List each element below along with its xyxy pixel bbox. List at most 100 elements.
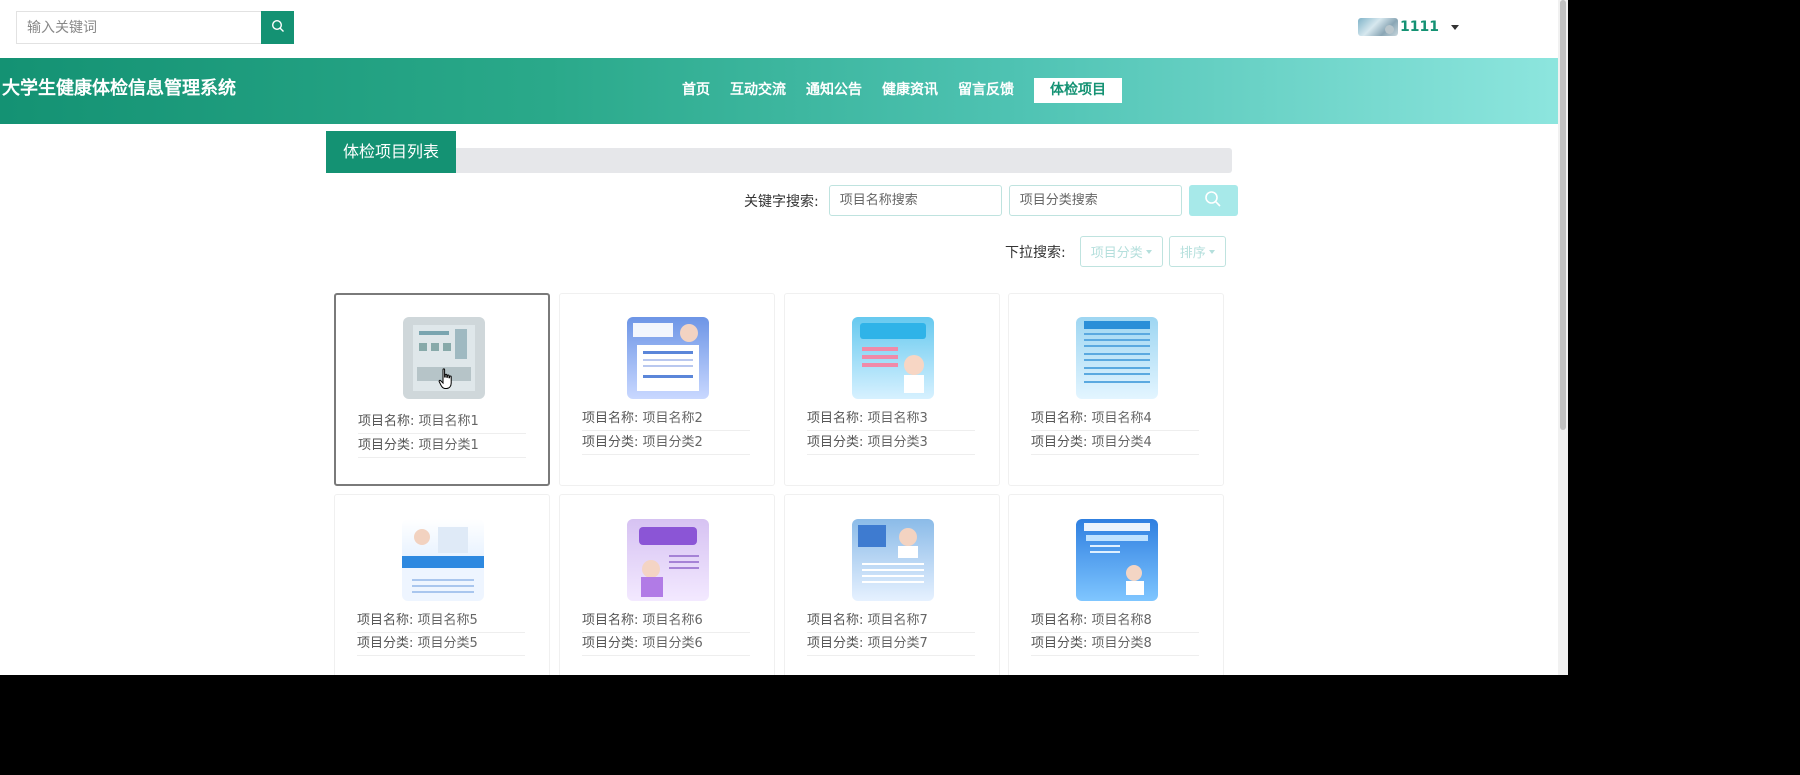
item-name-key: 项目名称: bbox=[358, 414, 415, 429]
item-name-row: 项目名称: 项目名称2 bbox=[582, 408, 750, 431]
user-name: 1111 bbox=[1400, 19, 1439, 35]
item-name-key: 项目名称: bbox=[582, 411, 639, 426]
nav-feedback[interactable]: 留言反馈 bbox=[948, 78, 1024, 103]
top-search-button[interactable] bbox=[261, 11, 294, 44]
item-category-row: 项目分类: 项目分类1 bbox=[358, 435, 526, 458]
item-thumbnail bbox=[852, 317, 934, 399]
item-name-key: 项目名称: bbox=[807, 411, 864, 426]
dropdown-search: 下拉搜索: 项目分类 排序 bbox=[1005, 236, 1232, 267]
item-thumbnail bbox=[852, 519, 934, 601]
hand-cursor-icon bbox=[438, 368, 454, 394]
keyword-search: 关键字搜索: bbox=[744, 185, 1238, 216]
item-category-value: 项目分类3 bbox=[867, 435, 928, 450]
item-category-value: 项目分类7 bbox=[867, 636, 928, 651]
dropdown-search-label: 下拉搜索: bbox=[1005, 244, 1066, 261]
item-name-value: 项目名称7 bbox=[867, 613, 928, 628]
nav-home[interactable]: 首页 bbox=[672, 78, 720, 103]
item-category-value: 项目分类1 bbox=[418, 438, 479, 453]
search-icon bbox=[271, 19, 285, 36]
caret-down-icon bbox=[1208, 249, 1215, 254]
main-nav: 首页 互动交流 通知公告 健康资讯 留言反馈 体检项目 bbox=[672, 78, 1122, 103]
item-category-key: 项目分类: bbox=[582, 435, 639, 450]
item-thumbnail bbox=[627, 519, 709, 601]
nav-forum[interactable]: 互动交流 bbox=[720, 78, 796, 103]
item-name-value: 项目名称8 bbox=[1091, 613, 1152, 628]
scrollbar[interactable] bbox=[1558, 0, 1568, 675]
item-card[interactable]: 项目名称: 项目名称3 项目分类: 项目分类3 bbox=[784, 293, 1000, 486]
item-thumbnail bbox=[627, 317, 709, 399]
item-category-value: 项目分类2 bbox=[642, 435, 703, 450]
item-category-key: 项目分类: bbox=[582, 636, 639, 651]
nav-health-news[interactable]: 健康资讯 bbox=[872, 78, 948, 103]
item-name-search-input[interactable] bbox=[828, 185, 1002, 216]
list-header-bar bbox=[326, 148, 1232, 173]
item-name-value: 项目名称4 bbox=[1091, 411, 1152, 426]
item-category-key: 项目分类: bbox=[807, 435, 864, 450]
item-category-key: 项目分类: bbox=[1031, 636, 1088, 651]
item-name-row: 项目名称: 项目名称1 bbox=[358, 411, 526, 434]
header-band: 大学生健康体检信息管理系统 首页 互动交流 通知公告 健康资讯 留言反馈 体检项… bbox=[0, 58, 1568, 124]
list-header: 体检项目列表 bbox=[326, 131, 1232, 173]
sort-dropdown[interactable]: 排序 bbox=[1168, 236, 1226, 267]
item-thumbnail bbox=[1076, 317, 1158, 399]
item-name-value: 项目名称6 bbox=[642, 613, 703, 628]
item-category-row: 项目分类: 项目分类8 bbox=[1031, 633, 1199, 656]
item-category-row: 项目分类: 项目分类7 bbox=[807, 633, 975, 656]
item-category-key: 项目分类: bbox=[358, 438, 415, 453]
item-category-value: 项目分类6 bbox=[642, 636, 703, 651]
item-name-row: 项目名称: 项目名称6 bbox=[582, 610, 750, 633]
site-title: 大学生健康体检信息管理系统 bbox=[2, 78, 236, 99]
nav-notices[interactable]: 通知公告 bbox=[796, 78, 872, 103]
nav-checkup-items[interactable]: 体检项目 bbox=[1034, 78, 1122, 103]
caret-down-icon bbox=[1145, 249, 1152, 254]
item-card[interactable]: 项目名称: 项目名称6 项目分类: 项目分类6 bbox=[559, 494, 775, 675]
item-name-row: 项目名称: 项目名称7 bbox=[807, 610, 975, 633]
item-name-row: 项目名称: 项目名称3 bbox=[807, 408, 975, 431]
top-search bbox=[16, 11, 294, 44]
search-icon bbox=[1204, 190, 1222, 211]
item-card[interactable]: 项目名称: 项目名称8 项目分类: 项目分类8 bbox=[1008, 494, 1224, 675]
list-title: 体检项目列表 bbox=[326, 131, 456, 173]
item-category-value: 项目分类4 bbox=[1091, 435, 1152, 450]
item-name-key: 项目名称: bbox=[357, 613, 414, 628]
item-name-row: 项目名称: 项目名称4 bbox=[1031, 408, 1199, 431]
item-category-row: 项目分类: 项目分类2 bbox=[582, 432, 750, 455]
category-dropdown[interactable]: 项目分类 bbox=[1079, 236, 1163, 267]
item-name-key: 项目名称: bbox=[1031, 613, 1088, 628]
item-category-key: 项目分类: bbox=[357, 636, 414, 651]
item-category-value: 项目分类8 bbox=[1091, 636, 1152, 651]
item-name-value: 项目名称5 bbox=[417, 613, 478, 628]
category-dropdown-label: 项目分类 bbox=[1090, 246, 1143, 261]
item-category-key: 项目分类: bbox=[1031, 435, 1088, 450]
user-menu[interactable]: 1111 bbox=[1358, 18, 1459, 36]
top-search-input[interactable] bbox=[16, 11, 261, 44]
item-name-value: 项目名称1 bbox=[418, 414, 479, 429]
item-thumbnail bbox=[1076, 519, 1158, 601]
sort-dropdown-label: 排序 bbox=[1179, 246, 1206, 261]
item-name-value: 项目名称3 bbox=[867, 411, 928, 426]
item-name-key: 项目名称: bbox=[807, 613, 864, 628]
item-category-search-input[interactable] bbox=[1008, 185, 1182, 216]
item-name-row: 项目名称: 项目名称5 bbox=[357, 610, 525, 633]
keyword-search-button[interactable] bbox=[1188, 185, 1238, 216]
item-name-row: 项目名称: 项目名称8 bbox=[1031, 610, 1199, 633]
item-category-row: 项目分类: 项目分类6 bbox=[582, 633, 750, 656]
item-card[interactable]: 项目名称: 项目名称4 项目分类: 项目分类4 bbox=[1008, 293, 1224, 486]
app-window: 1111 大学生健康体检信息管理系统 首页 互动交流 通知公告 健康资讯 留言反… bbox=[0, 0, 1568, 675]
item-category-row: 项目分类: 项目分类5 bbox=[357, 633, 525, 656]
item-name-key: 项目名称: bbox=[582, 613, 639, 628]
item-category-row: 项目分类: 项目分类4 bbox=[1031, 432, 1199, 455]
item-category-row: 项目分类: 项目分类3 bbox=[807, 432, 975, 455]
item-category-value: 项目分类5 bbox=[417, 636, 478, 651]
item-card[interactable]: 项目名称: 项目名称5 项目分类: 项目分类5 bbox=[334, 494, 550, 675]
chevron-down-icon bbox=[1450, 24, 1459, 30]
item-name-key: 项目名称: bbox=[1031, 411, 1088, 426]
avatar bbox=[1358, 18, 1398, 36]
item-card[interactable]: 项目名称: 项目名称7 项目分类: 项目分类7 bbox=[784, 494, 1000, 675]
scrollbar-thumb[interactable] bbox=[1560, 0, 1566, 430]
item-card[interactable]: 项目名称: 项目名称2 项目分类: 项目分类2 bbox=[559, 293, 775, 486]
keyword-search-label: 关键字搜索: bbox=[744, 193, 819, 210]
item-thumbnail bbox=[402, 519, 484, 601]
item-name-value: 项目名称2 bbox=[642, 411, 703, 426]
item-category-key: 项目分类: bbox=[807, 636, 864, 651]
